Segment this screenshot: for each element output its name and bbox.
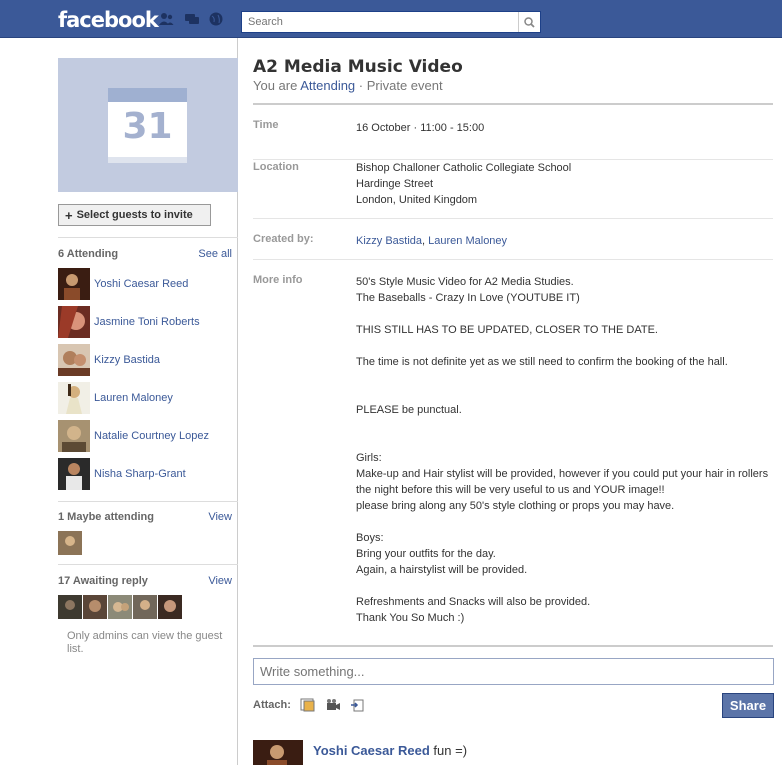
post-message: fun =) xyxy=(429,743,468,758)
creator-link[interactable]: Lauren Maloney xyxy=(428,235,507,247)
search-icon xyxy=(524,16,535,28)
divider xyxy=(58,501,238,502)
location-value: Bishop Challoner Catholic Collegiate Sch… xyxy=(356,162,572,206)
wall-post: Yoshi Caesar Reed fun =) xyxy=(253,740,773,765)
guest-thumbnail[interactable] xyxy=(133,595,157,619)
facebook-logo[interactable]: facebook xyxy=(58,8,159,32)
guest-thumbnail[interactable] xyxy=(58,531,82,555)
more-info-row: More info 50's Style Music Video for A2 … xyxy=(253,274,773,629)
guest-thumbnail[interactable] xyxy=(58,595,82,619)
guest-avatar[interactable] xyxy=(58,420,90,452)
event-title: A2 Media Music Video xyxy=(253,57,463,77)
time-label: Time xyxy=(253,119,279,131)
post-author-avatar[interactable] xyxy=(253,740,303,765)
see-all-link[interactable]: See all xyxy=(198,248,232,260)
guest-avatar[interactable] xyxy=(58,344,90,376)
time-row: Time 16 October · 11:00 - 15:00 xyxy=(253,119,773,160)
awaiting-thumbs xyxy=(58,595,183,619)
guest-item[interactable]: Natalie Courtney Lopez xyxy=(58,420,238,452)
more-info-value: 50's Style Music Video for A2 Media Stud… xyxy=(356,276,769,624)
share-button[interactable]: Share xyxy=(722,693,774,718)
select-guests-button[interactable]: + Select guests to invite xyxy=(58,204,211,226)
guest-item[interactable]: Nisha Sharp-Grant xyxy=(58,458,238,490)
top-bar: facebook xyxy=(0,0,782,38)
location-row: Location Bishop Challoner Catholic Colle… xyxy=(253,160,773,219)
guest-name[interactable]: Nisha Sharp-Grant xyxy=(94,468,186,480)
guest-avatar[interactable] xyxy=(58,268,90,300)
select-guests-label: Select guests to invite xyxy=(76,209,193,221)
guest-avatar[interactable] xyxy=(58,306,90,338)
guest-thumbnail[interactable] xyxy=(158,595,182,619)
guest-item[interactable]: Jasmine Toni Roberts xyxy=(58,306,238,338)
notifications-globe-icon[interactable] xyxy=(208,12,224,26)
divider xyxy=(58,237,238,238)
messages-icon[interactable] xyxy=(184,12,200,26)
photo-icon[interactable] xyxy=(300,698,316,712)
created-by-value: Kizzy Bastida, Lauren Maloney xyxy=(356,233,776,249)
guest-item[interactable]: Kizzy Bastida xyxy=(58,344,238,376)
video-icon[interactable] xyxy=(325,698,341,712)
admins-note: Only admins can view the guest list. xyxy=(67,630,223,655)
divider xyxy=(253,103,773,105)
maybe-view-link[interactable]: View xyxy=(208,511,232,523)
guest-avatar[interactable] xyxy=(58,458,90,490)
awaiting-view-link[interactable]: View xyxy=(208,575,232,587)
privacy-label: · Private event xyxy=(355,78,443,93)
divider xyxy=(253,645,773,647)
time-value: 16 October · 11:00 - 15:00 xyxy=(356,122,485,134)
link-icon[interactable] xyxy=(350,698,366,712)
guest-thumbnail[interactable] xyxy=(108,595,132,619)
rsvp-status-link[interactable]: Attending xyxy=(300,78,355,93)
event-picture: 31 xyxy=(58,58,238,192)
created-by-row: Created by: Kizzy Bastida, Lauren Malone… xyxy=(253,233,773,260)
post-author-link[interactable]: Yoshi Caesar Reed xyxy=(313,743,430,758)
event-subtitle: You are Attending · Private event xyxy=(253,78,443,93)
awaiting-count: 17 Awaiting reply xyxy=(58,575,148,587)
created-by-label: Created by: xyxy=(253,233,314,245)
guest-name[interactable]: Natalie Courtney Lopez xyxy=(94,430,209,442)
maybe-thumbs xyxy=(58,531,83,558)
attach-bar: Attach: xyxy=(253,698,366,712)
guest-avatar[interactable] xyxy=(58,382,90,414)
wall-post-input[interactable] xyxy=(253,658,774,685)
guest-name[interactable]: Kizzy Bastida xyxy=(94,354,160,366)
subtitle-prefix: You are xyxy=(253,78,301,93)
creator-link[interactable]: Kizzy Bastida xyxy=(356,235,422,247)
maybe-count: 1 Maybe attending xyxy=(58,511,154,523)
calendar-icon: 31 xyxy=(108,88,187,163)
plus-icon: + xyxy=(65,207,73,223)
search-input[interactable] xyxy=(242,12,518,32)
attach-label: Attach: xyxy=(253,699,291,711)
location-label: Location xyxy=(253,161,299,173)
search-button[interactable] xyxy=(518,12,540,32)
friend-requests-icon[interactable] xyxy=(158,12,174,26)
calendar-day: 31 xyxy=(122,106,173,147)
guest-item[interactable]: Lauren Maloney xyxy=(58,382,238,414)
left-sidebar: 31 + Select guests to invite 6 Attending… xyxy=(0,38,238,765)
guest-name[interactable]: Lauren Maloney xyxy=(94,392,173,404)
guest-item[interactable]: Yoshi Caesar Reed xyxy=(58,268,238,300)
awaiting-header: 17 Awaiting reply View xyxy=(58,575,232,587)
maybe-header: 1 Maybe attending View xyxy=(58,511,232,523)
search-box xyxy=(241,11,541,33)
divider xyxy=(58,564,238,565)
guest-thumbnail[interactable] xyxy=(83,595,107,619)
more-info-label: More info xyxy=(253,274,303,286)
guest-name[interactable]: Yoshi Caesar Reed xyxy=(94,278,188,290)
attending-header: 6 Attending See all xyxy=(58,248,232,260)
attending-count: 6 Attending xyxy=(58,248,119,260)
guest-name[interactable]: Jasmine Toni Roberts xyxy=(94,316,200,328)
post-text: Yoshi Caesar Reed fun =) xyxy=(313,743,467,758)
